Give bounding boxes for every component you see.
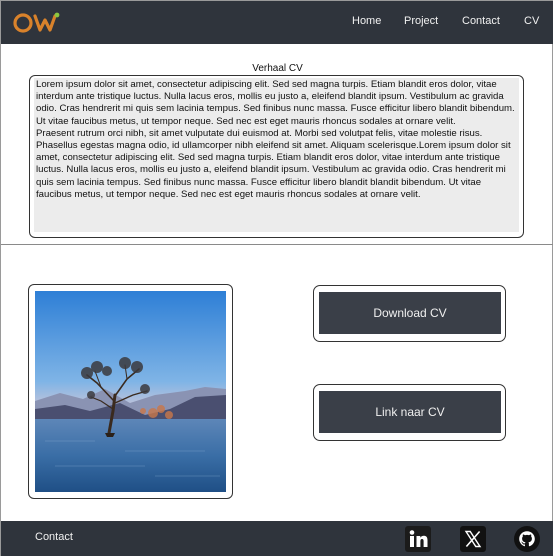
nav-home-link[interactable]: Home xyxy=(352,15,381,27)
cv-story-box: Lorem ipsum dolor sit amet, consectetur … xyxy=(29,75,524,238)
section-divider xyxy=(1,244,553,245)
cv-section-title: Verhaal CV xyxy=(252,63,303,74)
x-icon[interactable] xyxy=(459,525,487,553)
footer-contact-link[interactable]: Contact xyxy=(35,531,73,543)
logo-icon[interactable] xyxy=(13,11,61,35)
nav-project-link[interactable]: Project xyxy=(404,15,438,27)
top-navbar: Home Project Contact CV xyxy=(1,1,553,44)
download-cv-button[interactable]: Download CV xyxy=(319,292,501,334)
cv-paragraph-1: Lorem ipsum dolor sit amet, consectetur … xyxy=(36,79,515,127)
linkedin-icon[interactable] xyxy=(404,525,432,553)
lake-tree-photo xyxy=(35,291,226,492)
footer: Contact xyxy=(1,521,553,556)
github-icon[interactable] xyxy=(513,525,541,553)
link-cv-button[interactable]: Link naar CV xyxy=(319,391,501,433)
nav-contact-link[interactable]: Contact xyxy=(462,15,500,27)
photo-card xyxy=(28,284,233,499)
cv-story-text: Lorem ipsum dolor sit amet, consectetur … xyxy=(34,78,519,232)
cv-paragraph-2: Praesent rutrum orci nibh, sit amet vulp… xyxy=(36,127,511,200)
download-cv-frame: Download CV xyxy=(313,285,506,342)
link-cv-frame: Link naar CV xyxy=(313,384,506,441)
nav-cv-link[interactable]: CV xyxy=(524,15,539,27)
